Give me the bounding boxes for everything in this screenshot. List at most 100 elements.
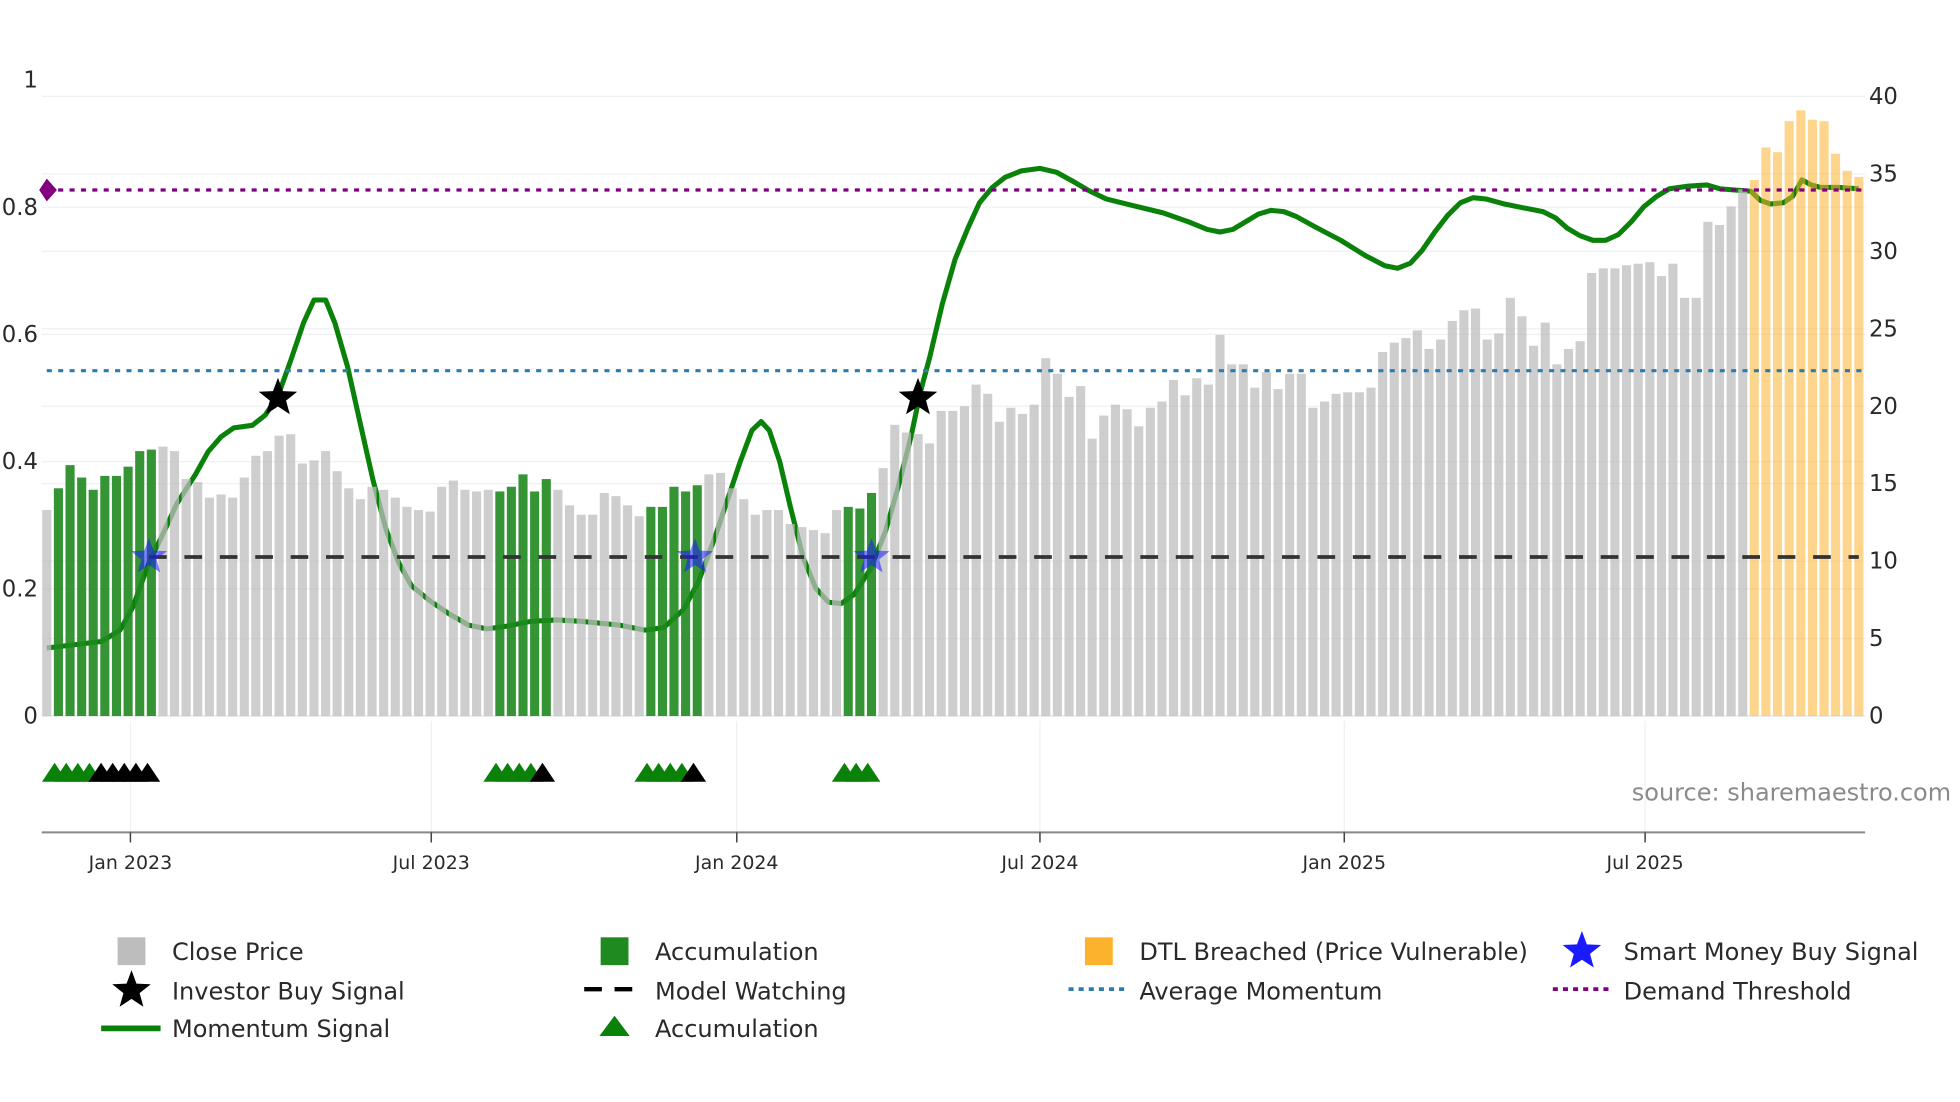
- accumulation-bar: [866, 492, 877, 717]
- close-price-bar: [1354, 392, 1364, 717]
- close-price-bar: [1308, 407, 1318, 717]
- accumulation-bar: [100, 475, 110, 717]
- close-price-bar: [181, 479, 191, 717]
- close-price-bar: [634, 516, 644, 717]
- legend-item-average-momentum[interactable]: Average Momentum: [1068, 977, 1383, 1005]
- source-label: source: sharemaestro.com: [1632, 779, 1951, 807]
- blue-star-icon: [1562, 930, 1602, 968]
- close-price-bar: [762, 510, 772, 717]
- close-price-bar: [321, 451, 331, 717]
- close-price-bar: [1122, 409, 1132, 717]
- close-price-bar: [1563, 348, 1574, 717]
- black-star-icon: [112, 970, 151, 1007]
- close-price-bar: [286, 434, 296, 717]
- x-tick-label: Jan 2023: [88, 852, 172, 874]
- close-price-bar: [924, 443, 935, 717]
- legend-item-model-watching[interactable]: Model Watching: [584, 977, 847, 1005]
- close-price-bar: [1494, 333, 1504, 717]
- close-price-bar: [448, 480, 458, 717]
- close-price-bar: [1714, 225, 1725, 717]
- legend-item-dtl-breached[interactable]: DTL Breached (Price Vulnerable): [1084, 937, 1528, 966]
- legend-item-accumulation-triangle[interactable]: Accumulation: [599, 1015, 819, 1043]
- x-tick-label: Jan 2024: [694, 852, 778, 874]
- close-price-bar: [1517, 316, 1527, 717]
- legend-item-accumulation-bar[interactable]: Accumulation: [600, 937, 819, 966]
- close-price-bar: [228, 497, 238, 717]
- legend-item-smart-money[interactable]: Smart Money Buy Signal: [1562, 930, 1919, 968]
- close-price-bar: [1401, 338, 1411, 717]
- accumulation-bar: [495, 491, 505, 717]
- close-price-bar: [959, 406, 969, 717]
- accumulation-bar: [146, 449, 156, 717]
- dtl-breached-bar: [1807, 119, 1817, 717]
- svg-text:Model Watching: Model Watching: [655, 977, 847, 1005]
- right-tick-label: 0: [1869, 704, 1883, 730]
- dtl-breached-bar: [1819, 121, 1829, 717]
- legend-item-momentum-signal[interactable]: Momentum Signal: [101, 1015, 390, 1043]
- right-tick-label: 10: [1869, 549, 1898, 575]
- close-price-bar: [1029, 404, 1039, 717]
- right-tick-label: 30: [1869, 239, 1898, 265]
- dtl-breached-bar: [1772, 152, 1783, 717]
- close-price-bar: [1017, 413, 1028, 717]
- svg-text:Smart Money Buy Signal: Smart Money Buy Signal: [1624, 938, 1919, 966]
- accumulation-bar: [123, 466, 133, 717]
- close-price-bar: [1540, 322, 1550, 717]
- close-price-bar: [1052, 373, 1062, 717]
- close-price-bar: [1529, 345, 1539, 717]
- close-price-bar: [936, 410, 946, 717]
- close-price-bar: [878, 468, 888, 717]
- x-tick-label: Jul 2024: [1000, 852, 1078, 874]
- close-price-bar: [1412, 330, 1422, 717]
- close-price-bar: [948, 410, 958, 717]
- close-price-bar: [483, 489, 493, 717]
- close-price-bar: [1598, 268, 1608, 717]
- gray-square-icon: [117, 937, 146, 966]
- close-price-bar: [1227, 364, 1237, 717]
- accumulation-bar: [646, 506, 656, 717]
- dtl-breached-bar: [1831, 153, 1841, 717]
- close-price-bar: [1726, 206, 1736, 717]
- close-price-bar: [379, 489, 389, 717]
- close-price-bar: [611, 496, 621, 717]
- close-price-bar: [1366, 387, 1376, 717]
- accumulation-bar: [541, 479, 551, 717]
- legend-item-close-price[interactable]: Close Price: [117, 937, 304, 966]
- svg-text:Accumulation: Accumulation: [655, 938, 819, 966]
- close-price-bar: [344, 488, 354, 717]
- close-price-bar: [750, 514, 760, 717]
- close-price-bar: [390, 497, 400, 717]
- legend-item-investor-buy[interactable]: Investor Buy Signal: [112, 970, 405, 1007]
- investor-buy-star-icon: [258, 377, 298, 415]
- close-price-bar: [1099, 415, 1109, 717]
- close-price-bar: [239, 477, 249, 717]
- close-price-bar: [1436, 339, 1446, 717]
- x-tick-label: Jul 2025: [1606, 852, 1684, 874]
- close-price-bar: [1076, 386, 1086, 717]
- svg-text:Momentum Signal: Momentum Signal: [172, 1015, 390, 1043]
- legend-item-demand-threshold[interactable]: Demand Threshold: [1552, 977, 1852, 1005]
- close-price-bar: [1273, 389, 1283, 717]
- right-tick-label: 5: [1869, 626, 1883, 652]
- close-price-bar: [820, 533, 830, 717]
- accumulation-bar: [88, 489, 98, 717]
- close-price-bar: [1250, 387, 1260, 717]
- accumulation-bar: [843, 506, 853, 717]
- close-price-bar: [1691, 297, 1701, 717]
- close-price-bar: [553, 489, 563, 717]
- dtl-breached-bar: [1796, 110, 1806, 717]
- close-price-bar: [588, 514, 598, 717]
- close-price-bar: [1238, 364, 1248, 717]
- close-price-bar: [1505, 297, 1515, 717]
- right-tick-label: 25: [1869, 316, 1898, 342]
- right-tick-label: 20: [1869, 394, 1898, 420]
- close-price-bar: [1575, 341, 1585, 717]
- close-price-bar: [599, 492, 609, 717]
- close-price-bar: [297, 463, 307, 717]
- close-price-bar: [1134, 426, 1144, 717]
- right-tick-label: 35: [1869, 161, 1898, 187]
- close-price-bar: [216, 494, 226, 717]
- accumulation-bar: [657, 506, 668, 717]
- orange-square-icon: [1084, 937, 1113, 966]
- close-price-bar: [402, 506, 412, 717]
